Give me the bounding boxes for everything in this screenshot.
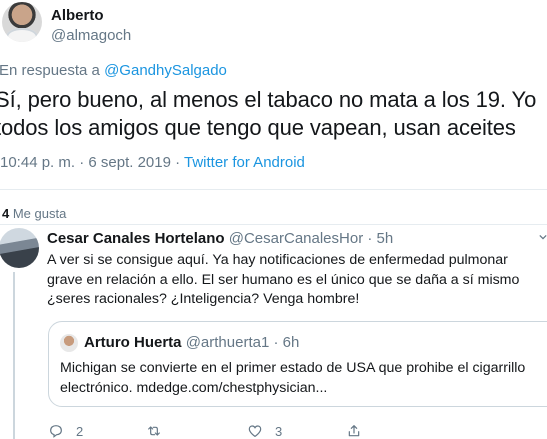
share-icon (348, 425, 360, 437)
source-link[interactable]: Twitter for Android (184, 154, 305, 171)
tweet-text-line: Sí, pero bueno, al menos el tabaco no ma… (0, 87, 537, 112)
heart-icon (248, 425, 262, 438)
share-button[interactable] (346, 423, 362, 439)
chevron-down-icon[interactable] (539, 233, 547, 241)
reply-count: 2 (76, 423, 84, 439)
quote-time: · 6h (269, 334, 300, 351)
avatar (60, 334, 78, 352)
likes-label: Me gusta (9, 206, 67, 221)
tweet-text: Sí, pero bueno, al menos el tabaco no ma… (0, 86, 536, 142)
like-button[interactable]: 3 (247, 423, 282, 439)
tweet-meta: 10:44 p. m. · 6 sept. 2019 · Twitter for… (0, 154, 305, 171)
quote-header: Arturo Huerta @arthuerta1 · 6h (84, 334, 299, 351)
reply-button[interactable]: 2 (48, 423, 83, 439)
quote-text: Michigan se convierte en el primer estad… (60, 360, 526, 396)
reply-header: Cesar Canales Hortelano @CesarCanalesHor… (47, 230, 393, 247)
retweet-button[interactable] (146, 423, 174, 439)
reply-icon (50, 425, 62, 438)
quote-author-handle: @arthuerta1 (185, 334, 270, 351)
timestamp[interactable]: 10:44 p. m. · 6 sept. 2019 · (0, 154, 184, 171)
quote-author-name: Arturo Huerta (84, 334, 182, 351)
avatar[interactable] (2, 2, 42, 42)
avatar[interactable] (0, 228, 39, 268)
likes-summary[interactable]: 4 Me gusta (2, 206, 66, 221)
like-count: 3 (275, 423, 283, 439)
divider (0, 224, 547, 225)
author-handle[interactable]: @almagoch (51, 27, 131, 44)
author-name[interactable]: Alberto (51, 7, 104, 24)
reply-author-name[interactable]: Cesar Canales Hortelano (47, 230, 225, 247)
tweet-text-line: todos los amigos que tengo que vapean, u… (0, 115, 516, 140)
reply-text: A ver si se consigue aquí. Ya hay notifi… (47, 252, 520, 307)
retweet-icon (148, 426, 160, 436)
reply-context: En respuesta a @GandhySalgado (0, 62, 227, 79)
reply-author-handle[interactable]: @CesarCanalesHor (229, 230, 363, 247)
reply-to-link[interactable]: @GandhySalgado (104, 62, 227, 79)
divider (0, 189, 547, 190)
thread-line (13, 272, 15, 439)
reply-prefix: En respuesta a (0, 62, 105, 79)
reply-time[interactable]: · 5h (363, 230, 393, 247)
